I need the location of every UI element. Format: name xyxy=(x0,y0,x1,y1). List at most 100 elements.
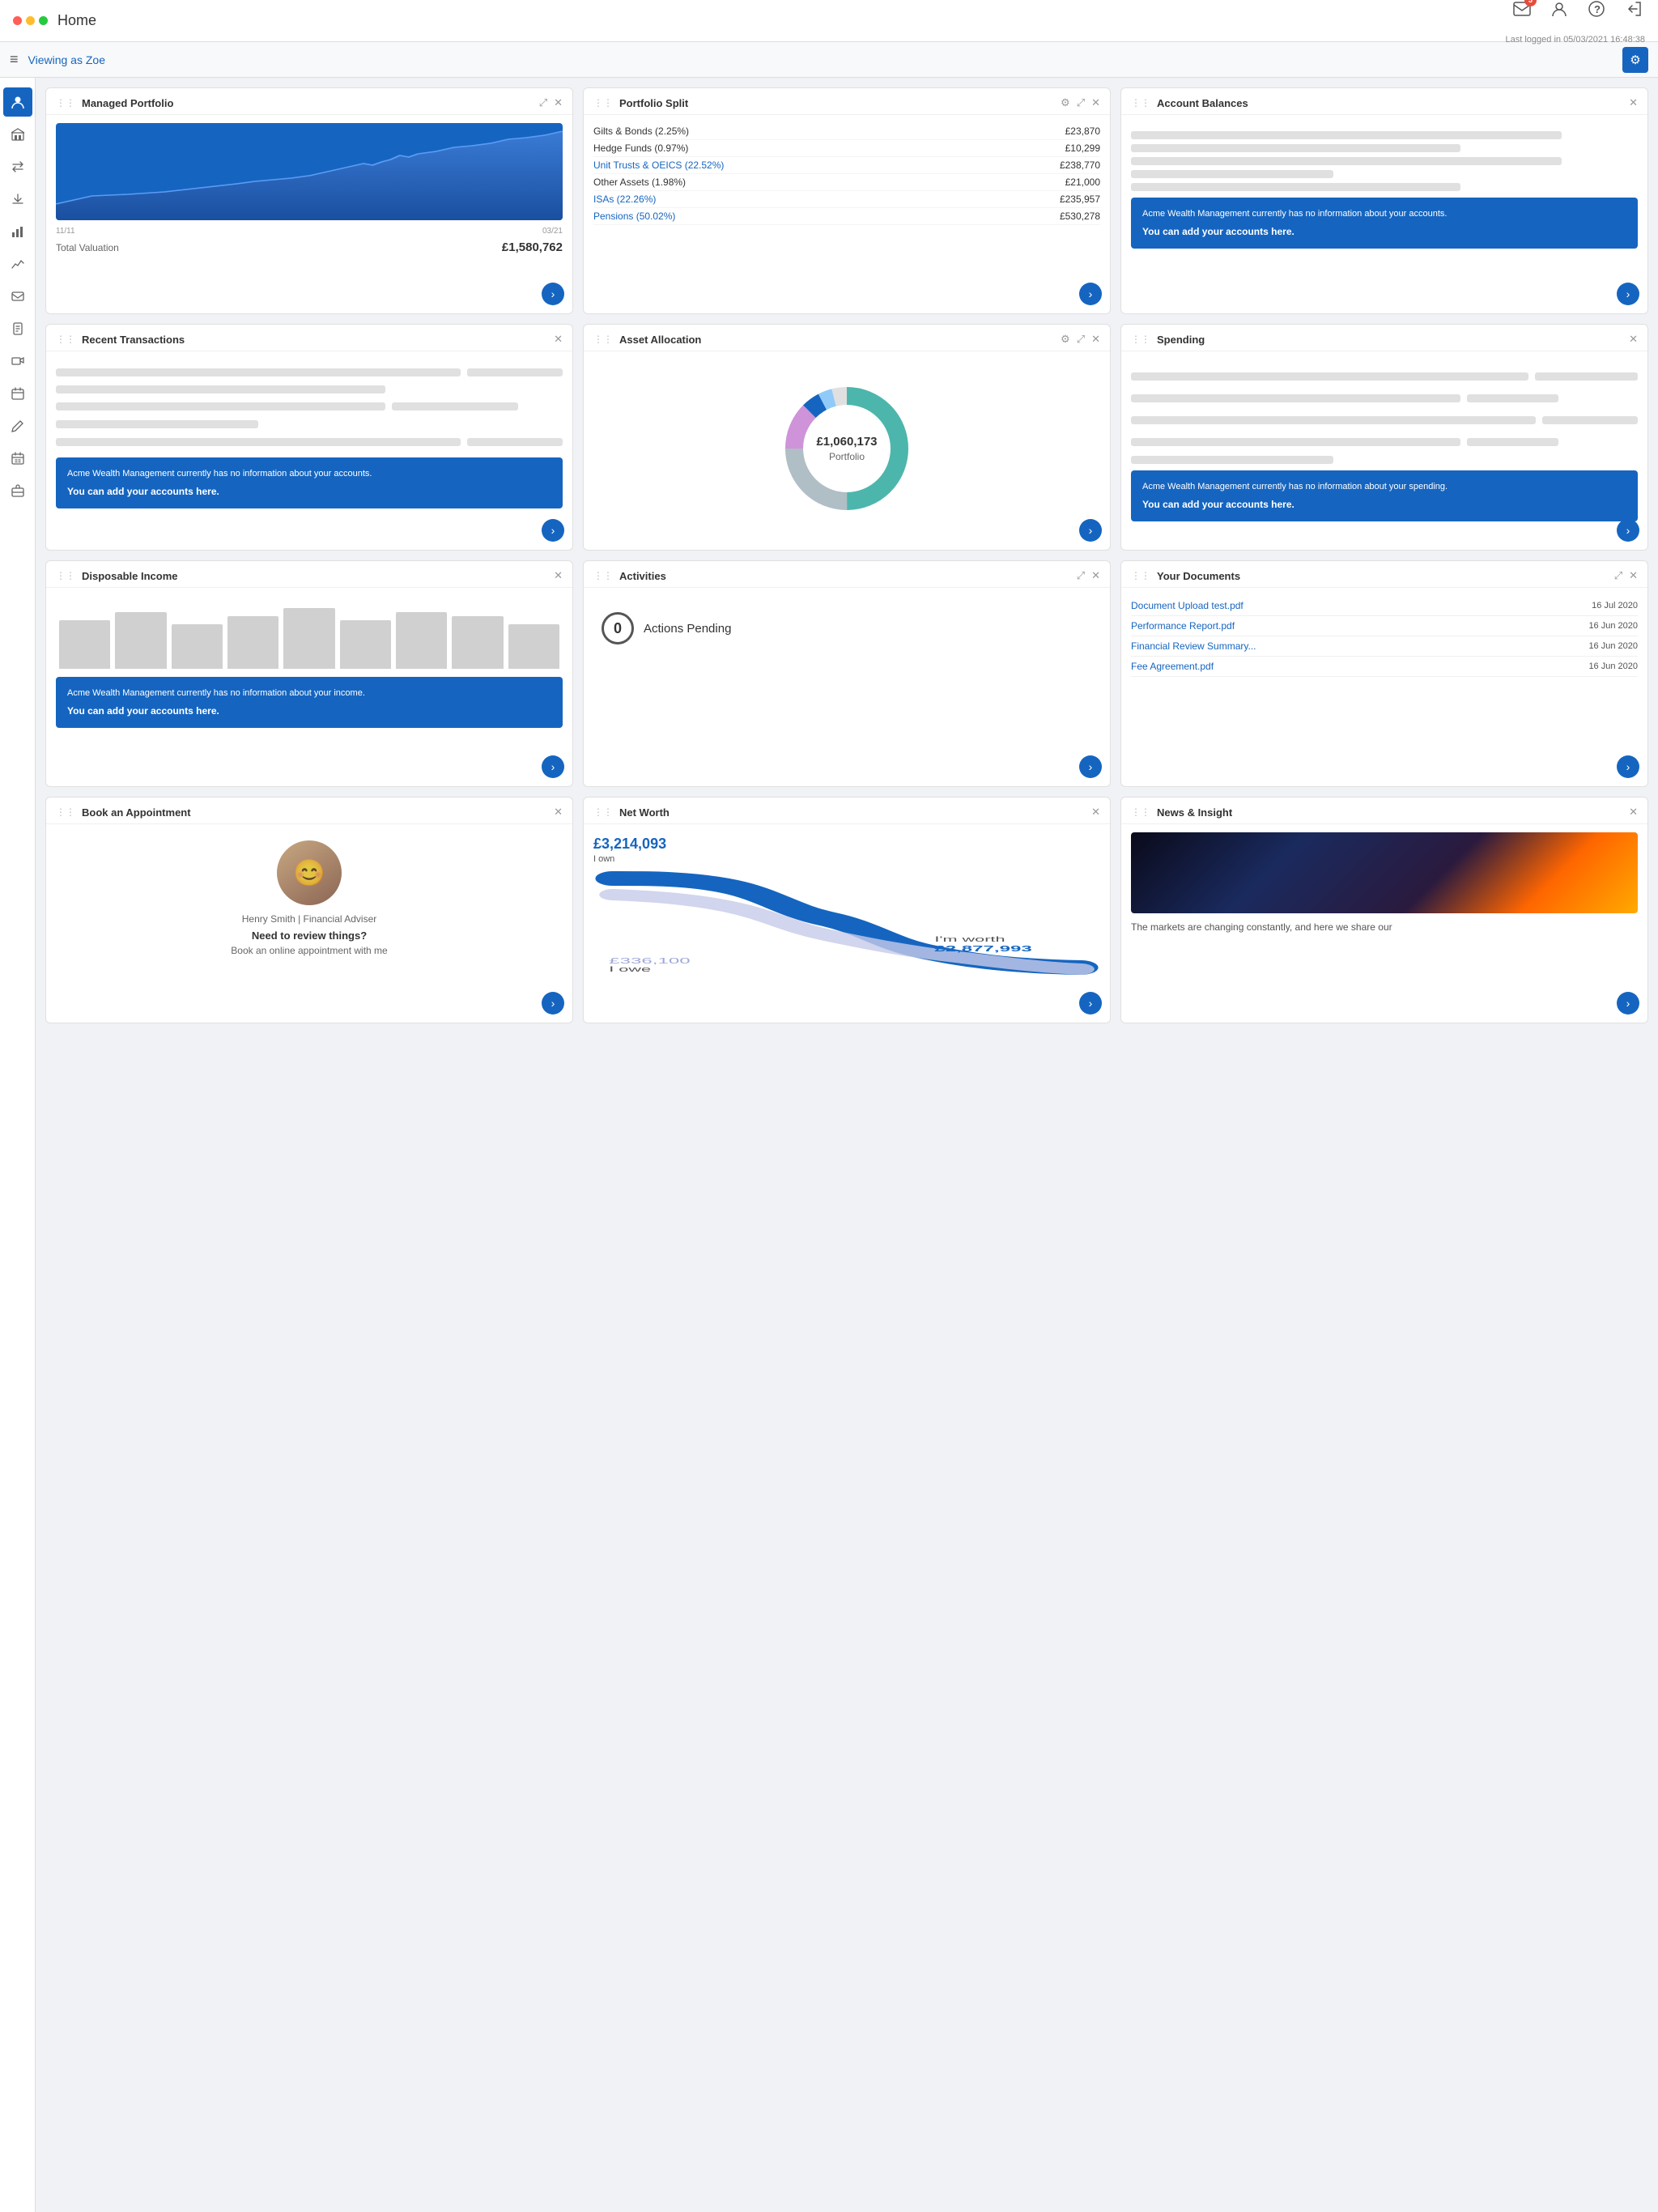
drag-handle: ⋮⋮ xyxy=(593,334,613,345)
arrow-button[interactable]: › xyxy=(1079,283,1102,305)
expand-icon[interactable]: ⤢ xyxy=(1614,569,1622,582)
arrow-button[interactable]: › xyxy=(1617,519,1639,542)
spending-cta[interactable]: You can add your accounts here. xyxy=(1142,499,1295,510)
svg-text:£2,877,993: £2,877,993 xyxy=(934,944,1031,953)
widget-header-disposable-income: ⋮⋮ Disposable Income ✕ xyxy=(46,561,572,588)
settings-icon[interactable]: ⚙ xyxy=(1061,96,1070,109)
sidebar-item-video[interactable] xyxy=(3,347,32,376)
portfolio-row-amount: £530,278 xyxy=(1060,211,1100,222)
close-icon[interactable]: ✕ xyxy=(1091,569,1100,582)
doc-date-3: 16 Jun 2020 xyxy=(1588,641,1638,651)
sidebar-item-chart-bar[interactable] xyxy=(3,217,32,246)
hamburger-icon[interactable]: ≡ xyxy=(10,51,19,68)
sidebar-item-download[interactable] xyxy=(3,185,32,214)
mail-icon-btn[interactable]: 3 xyxy=(1511,0,1533,20)
expand-icon[interactable]: ⤢ xyxy=(539,96,547,109)
sidebar-item-briefcase[interactable] xyxy=(3,476,32,505)
portfolio-row-unit-trusts: Unit Trusts & OEICS (22.52%) £238,770 xyxy=(593,157,1100,174)
portfolio-row-amount: £238,770 xyxy=(1060,160,1100,171)
doc-name-4[interactable]: Fee Agreement.pdf xyxy=(1131,661,1214,672)
viewing-as-user: Zoe xyxy=(86,53,105,66)
close-icon[interactable]: ✕ xyxy=(554,569,563,582)
recent-transactions-info: Acme Wealth Management currently has no … xyxy=(56,457,563,508)
doc-name-1[interactable]: Document Upload test.pdf xyxy=(1131,600,1244,611)
portfolio-row-link[interactable]: Pensions (50.02%) xyxy=(593,211,675,222)
arrow-button[interactable]: › xyxy=(542,283,564,305)
arrow-button[interactable]: › xyxy=(542,519,564,542)
widget-header-managed-portfolio: ⋮⋮ Managed Portfolio ⤢ ✕ xyxy=(46,88,572,115)
top-bar: Home 3 ? Last logged in 05/03/2021 16:48… xyxy=(0,0,1658,42)
close-icon[interactable]: ✕ xyxy=(1629,806,1638,819)
portfolio-row-amount: £235,957 xyxy=(1060,194,1100,205)
close-icon[interactable]: ✕ xyxy=(1629,96,1638,109)
expand-icon[interactable]: ⤢ xyxy=(1077,333,1085,346)
toolbar: ≡ Viewing as Zoe ⚙ xyxy=(0,42,1658,78)
close-icon[interactable]: ✕ xyxy=(1091,96,1100,109)
close-icon[interactable]: ✕ xyxy=(1629,569,1638,582)
advisor-cta-title: Need to review things? xyxy=(56,929,563,942)
close-icon[interactable]: ✕ xyxy=(1091,333,1100,346)
doc-name-2[interactable]: Performance Report.pdf xyxy=(1131,620,1235,632)
user-icon-btn[interactable] xyxy=(1548,0,1571,20)
arrow-button[interactable]: › xyxy=(542,755,564,778)
close-icon[interactable]: ✕ xyxy=(554,333,563,346)
arrow-button[interactable]: › xyxy=(1617,283,1639,305)
drag-handle: ⋮⋮ xyxy=(56,334,75,345)
svg-text:£1,060,173: £1,060,173 xyxy=(816,435,877,449)
expand-icon[interactable]: ⤢ xyxy=(1077,569,1085,582)
sidebar-item-transfer[interactable] xyxy=(3,152,32,181)
widget-actions: ⤢ ✕ xyxy=(1077,569,1100,582)
arrow-button[interactable]: › xyxy=(1617,755,1639,778)
bar-8 xyxy=(452,616,503,669)
settings-icon[interactable]: ⚙ xyxy=(1061,333,1070,346)
svg-text:I owe: I owe xyxy=(609,965,651,973)
sidebar-item-chart-line[interactable] xyxy=(3,249,32,279)
viewing-as: Viewing as Zoe xyxy=(28,53,105,66)
bar-6 xyxy=(340,620,391,669)
dot-green xyxy=(39,16,48,25)
widget-actions: ✕ xyxy=(554,333,563,346)
widget-header-book-appointment: ⋮⋮ Book an Appointment ✕ xyxy=(46,798,572,824)
sidebar-item-mail[interactable] xyxy=(3,282,32,311)
mail-badge: 3 xyxy=(1524,0,1537,6)
expand-icon[interactable]: ⤢ xyxy=(1077,96,1085,109)
sidebar-item-document[interactable] xyxy=(3,314,32,343)
widget-actions: ⤢ ✕ xyxy=(1614,569,1638,582)
account-balances-cta[interactable]: You can add your accounts here. xyxy=(1142,226,1295,237)
close-icon[interactable]: ✕ xyxy=(554,96,563,109)
portfolio-row-link[interactable]: Unit Trusts & OEICS (22.52%) xyxy=(593,160,724,171)
widget-news-insight: ⋮⋮ News & Insight ✕ The markets are chan… xyxy=(1120,797,1648,1023)
arrow-button[interactable]: › xyxy=(1617,992,1639,1015)
arrow-button[interactable]: › xyxy=(1079,519,1102,542)
drag-handle: ⋮⋮ xyxy=(593,570,613,581)
arrow-button[interactable]: › xyxy=(1079,992,1102,1015)
widget-managed-portfolio: ⋮⋮ Managed Portfolio ⤢ ✕ xyxy=(45,87,573,314)
sidebar-item-schedule[interactable] xyxy=(3,444,32,473)
drag-handle: ⋮⋮ xyxy=(56,806,75,818)
arrow-button[interactable]: › xyxy=(1079,755,1102,778)
sidebar-item-bank[interactable] xyxy=(3,120,32,149)
disposable-income-cta[interactable]: You can add your accounts here. xyxy=(67,705,219,717)
widget-title: Recent Transactions xyxy=(82,334,549,346)
arrow-button[interactable]: › xyxy=(542,992,564,1015)
close-icon[interactable]: ✕ xyxy=(1629,333,1638,346)
sidebar-item-pen[interactable] xyxy=(3,411,32,440)
portfolio-row-label: Hedge Funds (0.97%) xyxy=(593,143,688,154)
help-icon-btn[interactable]: ? xyxy=(1585,0,1608,20)
sidebar-item-profile[interactable] xyxy=(3,87,32,117)
widget-title: Net Worth xyxy=(619,806,1086,819)
page-title: Home xyxy=(57,12,96,29)
widget-header-net-worth: ⋮⋮ Net Worth ✕ xyxy=(584,798,1110,824)
logout-icon-btn[interactable] xyxy=(1622,0,1645,20)
sidebar-item-calendar[interactable] xyxy=(3,379,32,408)
widget-title: Asset Allocation xyxy=(619,334,1056,346)
dot-yellow xyxy=(26,16,35,25)
portfolio-row-link[interactable]: ISAs (22.26%) xyxy=(593,194,656,205)
close-icon[interactable]: ✕ xyxy=(1091,806,1100,819)
doc-name-3[interactable]: Financial Review Summary... xyxy=(1131,640,1256,652)
advisor-name: Henry Smith | Financial Adviser xyxy=(56,913,563,925)
recent-transactions-cta[interactable]: You can add your accounts here. xyxy=(67,486,219,497)
close-icon[interactable]: ✕ xyxy=(554,806,563,819)
widget-spending: ⋮⋮ Spending ✕ Acme Wealth Management cur… xyxy=(1120,324,1648,551)
settings-button[interactable]: ⚙ xyxy=(1622,47,1648,73)
